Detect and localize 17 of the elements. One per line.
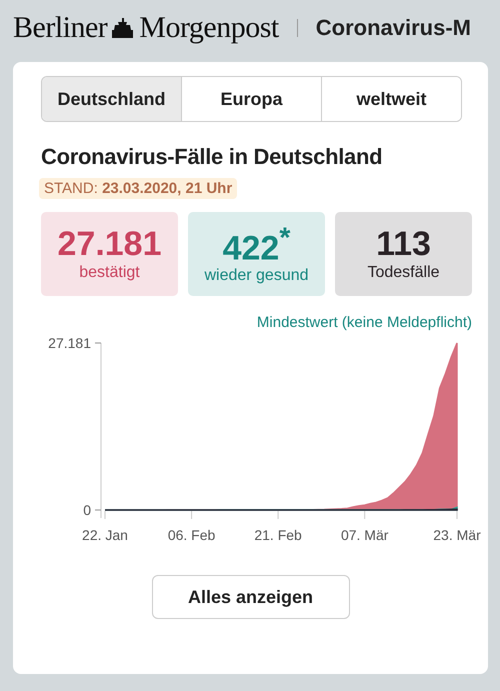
x-tick-label: 07. Mär — [340, 527, 388, 543]
stat-label: bestätigt — [79, 264, 140, 282]
stat-value: 422$^{*}$ — [222, 222, 290, 268]
section-title: Coronavirus-M — [316, 15, 471, 41]
date-badge: STAND: 23.03.2020, 21 Uhr — [39, 178, 238, 199]
stat-label: wieder gesund — [204, 267, 309, 286]
y-tick-label: 0 — [83, 502, 91, 518]
footnote-text: Mindestwert (keine Meldepflicht) — [256, 314, 472, 331]
x-tick-label: 23. Mär — [433, 527, 481, 543]
y-tick-label: 27.181 — [48, 335, 91, 351]
x-tick-label: 06. Feb — [168, 527, 216, 543]
x-tick-label: 22. Jan — [82, 527, 128, 543]
stat-value: 27.181 — [58, 226, 162, 264]
stat-value: 113 — [376, 226, 431, 264]
card-title: Coronavirus-Fälle in Deutschland — [41, 144, 384, 170]
x-tick-label: 21. Feb — [254, 527, 302, 543]
stat-label: Todesfälle — [367, 264, 440, 282]
